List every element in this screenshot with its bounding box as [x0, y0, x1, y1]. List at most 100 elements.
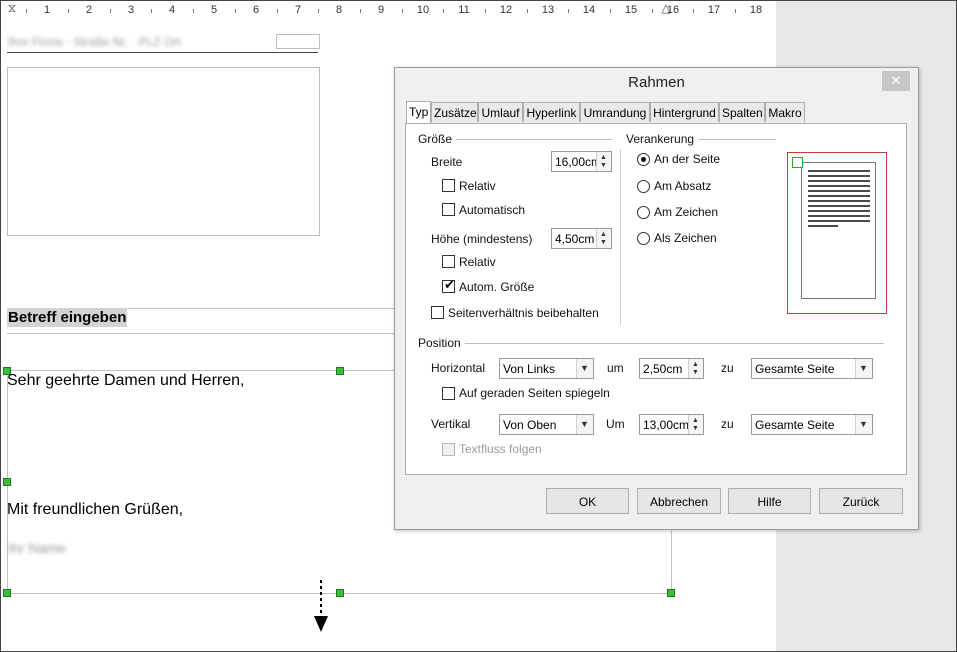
preview-line	[808, 180, 870, 182]
horizontal-to-select[interactable]: Gesamte Seite ▼	[751, 358, 873, 379]
height-spinner-arrows[interactable]: ▲ ▼	[596, 229, 611, 248]
ruler-tick	[610, 9, 611, 13]
vertical-by-arrows[interactable]: ▲ ▼	[688, 415, 703, 434]
vertical-to-select[interactable]: Gesamte Seite ▼	[751, 414, 873, 435]
height-spinner[interactable]: 4,50cm ▲ ▼	[551, 228, 612, 249]
relative-width-label: Relativ	[459, 179, 496, 193]
preview-line	[808, 205, 870, 207]
relative-width-checkbox[interactable]	[442, 179, 455, 192]
resize-handle-middle-left[interactable]	[3, 478, 11, 486]
anchor-paragraph-radio[interactable]	[637, 180, 650, 193]
tab-typ[interactable]: Typ	[406, 101, 431, 124]
width-spinner-arrows[interactable]: ▲ ▼	[596, 152, 611, 171]
preview-line	[808, 210, 870, 212]
mirror-label: Auf geraden Seiten spiegeln	[459, 386, 610, 400]
horizontal-select[interactable]: Von Links ▼	[499, 358, 594, 379]
anchor-page-radio[interactable]	[637, 153, 650, 166]
height-label: Höhe (mindestens)	[431, 232, 533, 246]
horizontal-to-value: Gesamte Seite	[755, 362, 835, 376]
tab-umrandung[interactable]: Umrandung	[580, 102, 650, 122]
width-label: Breite	[431, 155, 463, 169]
horizontal-value: Von Links	[503, 362, 556, 376]
ruler-label: 13	[541, 4, 555, 16]
ruler-label: 7	[294, 4, 302, 16]
ruler-tick	[26, 9, 27, 13]
ruler-tick	[360, 9, 361, 13]
group-separator	[620, 149, 621, 325]
anchor-char-radio[interactable]	[637, 206, 650, 219]
automatic-width-checkbox[interactable]	[442, 203, 455, 216]
size-group-label: Größe	[418, 132, 457, 146]
vertical-select[interactable]: Von Oben ▼	[499, 414, 594, 435]
horizontal-by-spinner[interactable]: 2,50cm ▲ ▼	[639, 358, 704, 379]
ruler-tick	[735, 9, 736, 13]
ruler-tick	[151, 9, 152, 13]
chevron-down-icon[interactable]: ▼	[855, 359, 872, 378]
vertical-by-spinner[interactable]: 13,00cm ▲ ▼	[639, 414, 704, 435]
resize-handle-bottom-left[interactable]	[3, 589, 11, 597]
preview-line	[808, 185, 870, 187]
ruler-label: 17	[707, 4, 721, 16]
horizontal-by-arrows[interactable]: ▲ ▼	[688, 359, 703, 378]
ruler-tick	[485, 9, 486, 13]
ruler-tick	[402, 9, 403, 13]
ruler-tick	[110, 9, 111, 13]
ruler-label: 14	[582, 4, 596, 16]
chevron-down-icon[interactable]: ▼	[855, 415, 872, 434]
anchor-as-char-radio[interactable]	[637, 232, 650, 245]
resize-handle-bottom-center[interactable]	[336, 589, 344, 597]
ok-button[interactable]: OK	[546, 488, 629, 514]
tab-panel-typ: Größe Breite 16,00cm ▲ ▼ Relativ Automati…	[405, 123, 907, 475]
position-preview	[787, 152, 887, 314]
resize-handle-bottom-right[interactable]	[667, 589, 675, 597]
horizontal-by-label: um	[607, 361, 624, 375]
horizontal-to-label: zu	[721, 361, 734, 375]
position-group-line	[420, 343, 884, 344]
tab-hyperlink[interactable]: Hyperlink	[523, 102, 580, 122]
salutation-text[interactable]: Sehr geehrte Damen und Herren,	[7, 372, 244, 390]
ruler-tick	[527, 9, 528, 13]
cancel-button[interactable]: Abbrechen	[637, 488, 721, 514]
ruler-label: 3	[127, 4, 135, 16]
ruler-label: 8	[335, 4, 343, 16]
preview-line	[808, 190, 870, 192]
keep-ratio-checkbox[interactable]	[431, 306, 444, 319]
follow-text-checkbox	[442, 443, 455, 456]
relative-height-label: Relativ	[459, 255, 496, 269]
ruler-label: 4	[168, 4, 176, 16]
ruler-label: 1	[43, 4, 51, 16]
vertical-to-label: zu	[721, 417, 734, 431]
preview-line	[808, 225, 838, 227]
chevron-down-icon[interactable]: ▼	[576, 359, 593, 378]
anchor-group-label: Verankerung	[626, 132, 699, 146]
left-indent-marker[interactable]: ⧖	[8, 2, 16, 14]
width-value: 16,00cm	[555, 155, 602, 169]
subject-text[interactable]: Betreff eingeben	[7, 308, 128, 327]
horizontal-ruler[interactable]: ⧖ △ 1 2 3 4 5 6 7 8 9 10 11 12 13 14 15 …	[0, 0, 775, 23]
frame-dialog[interactable]: Rahmen ✕ Typ Zusätze Umlauf Hyperlink Um…	[394, 67, 919, 530]
ruler-label: 18	[749, 4, 763, 16]
mirror-checkbox[interactable]	[442, 387, 455, 400]
relative-height-checkbox[interactable]	[442, 255, 455, 268]
ruler-label: 15	[624, 4, 638, 16]
resize-handle-top-center[interactable]	[336, 367, 344, 375]
width-spinner[interactable]: 16,00cm ▲ ▼	[551, 151, 612, 172]
tab-hintergrund[interactable]: Hintergrund	[650, 102, 719, 122]
ruler-label: 11	[458, 4, 470, 16]
reset-button[interactable]: Zurück	[819, 488, 903, 514]
help-button[interactable]: Hilfe	[728, 488, 811, 514]
position-group-label: Position	[418, 336, 465, 350]
tab-zusaetze[interactable]: Zusätze	[431, 102, 478, 122]
closing-text[interactable]: Mit freundlichen Grüßen,	[7, 501, 183, 519]
close-icon[interactable]: ✕	[882, 71, 910, 91]
auto-size-checkbox[interactable]: ✔	[442, 278, 455, 293]
vertical-label: Vertikal	[431, 417, 471, 431]
preview-line	[808, 215, 870, 217]
tab-makro[interactable]: Makro	[765, 102, 805, 122]
tab-umlauf[interactable]: Umlauf	[478, 102, 523, 122]
address-frame[interactable]	[7, 67, 320, 236]
chevron-down-icon[interactable]: ▼	[576, 415, 593, 434]
ruler-label: 10	[416, 4, 430, 16]
tab-spalten[interactable]: Spalten	[719, 102, 765, 122]
ruler-tick	[443, 9, 444, 13]
